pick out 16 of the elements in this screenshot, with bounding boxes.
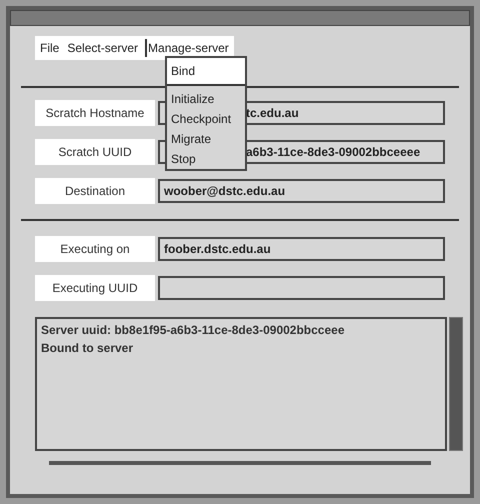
log-line: Bound to server bbox=[41, 340, 134, 357]
text-field[interactable] bbox=[158, 276, 445, 300]
field-label: Destination bbox=[35, 178, 155, 204]
text-field[interactable]: woober@dstc.edu.au bbox=[158, 179, 445, 203]
field-label: Scratch UUID bbox=[35, 139, 155, 165]
log-line: Server uuid: bb8e1f95-a6b3-11ce-8de3-09002bbcceee bbox=[41, 322, 346, 339]
horizontal-scrollbar[interactable] bbox=[49, 461, 431, 465]
vertical-scrollbar[interactable] bbox=[449, 317, 463, 451]
text-field[interactable]: foober.dstc.edu.au bbox=[158, 237, 445, 261]
field-label: Scratch Hostname bbox=[35, 100, 155, 126]
menu-title[interactable]: Select-server bbox=[66, 39, 140, 57]
log-area[interactable]: Server uuid: bb8e1f95-a6b3-11ce-8de3-09002bbcceee Bound to server bbox=[35, 317, 447, 451]
menu-title[interactable]: File bbox=[39, 39, 60, 57]
menu-item[interactable]: Bind bbox=[167, 58, 245, 86]
field-label: Executing UUID bbox=[35, 275, 155, 301]
field-label: Executing on bbox=[35, 236, 155, 262]
